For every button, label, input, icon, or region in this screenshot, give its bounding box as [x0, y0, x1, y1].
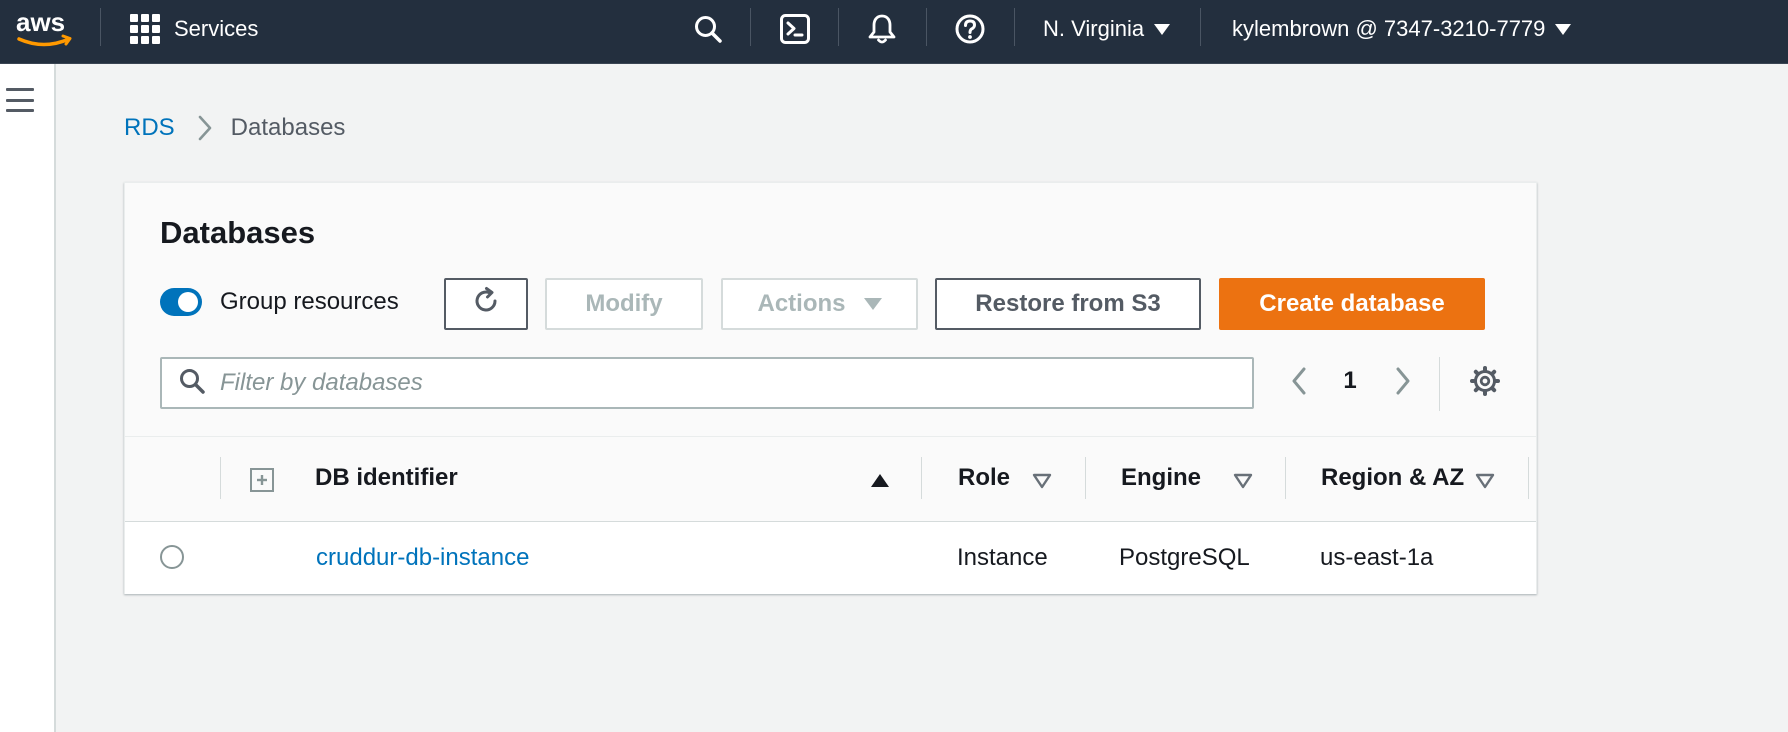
- account-menu[interactable]: kylembrown @ 7347-3210-7779: [1232, 14, 1572, 44]
- previous-page-button[interactable]: [1285, 361, 1313, 405]
- expand-all-icon[interactable]: [250, 468, 274, 492]
- nav-divider: [926, 8, 927, 46]
- column-divider: [1285, 457, 1286, 499]
- group-resources-label: Group resources: [220, 288, 399, 315]
- sort-icon[interactable]: [1233, 473, 1253, 494]
- column-divider: [921, 457, 922, 499]
- side-navigation-rail: [0, 64, 56, 732]
- caret-down-icon: [863, 298, 882, 310]
- row-select-radio[interactable]: [160, 545, 184, 569]
- column-divider: [1085, 457, 1086, 499]
- cell-region-az: us-east-1a: [1320, 544, 1434, 571]
- column-header-engine[interactable]: Engine: [1121, 464, 1201, 492]
- next-page-button[interactable]: [1389, 361, 1417, 405]
- search-icon[interactable]: [692, 12, 724, 46]
- region-label: N. Virginia: [1043, 16, 1145, 41]
- nav-divider: [750, 8, 751, 46]
- refresh-button[interactable]: [444, 278, 528, 330]
- create-database-button[interactable]: Create database: [1219, 278, 1485, 330]
- region-selector[interactable]: N. Virginia: [1043, 14, 1171, 44]
- services-menu-button[interactable]: Services: [130, 14, 258, 44]
- databases-panel: Databases Group resources Modify Actions…: [124, 182, 1537, 594]
- services-label: Services: [174, 16, 259, 41]
- bell-icon[interactable]: [866, 12, 898, 46]
- aws-logo-text: aws: [16, 8, 65, 37]
- nav-divider: [1014, 8, 1015, 46]
- pager-divider: [1439, 357, 1440, 411]
- breadcrumb-current: Databases: [230, 114, 346, 141]
- cell-engine: PostgreSQL: [1119, 544, 1250, 571]
- chevron-left-icon: [1290, 366, 1308, 401]
- filter-search-box: [160, 357, 1254, 409]
- db-identifier-link[interactable]: cruddur-db-instance: [316, 544, 529, 572]
- aws-logo[interactable]: aws: [14, 7, 76, 52]
- panel-title: Databases: [160, 215, 316, 250]
- caret-down-icon: [1555, 23, 1572, 35]
- hamburger-menu-icon[interactable]: [6, 88, 34, 112]
- create-label: Create database: [1259, 290, 1445, 317]
- nav-divider: [1200, 8, 1201, 46]
- table-header: DB identifier Role Engine Region & AZ: [125, 436, 1536, 522]
- restore-from-s3-button[interactable]: Restore from S3: [935, 278, 1201, 330]
- top-navigation: aws Services N. Virginia kylembrown @ 73…: [0, 0, 1788, 64]
- sort-icon[interactable]: [1475, 473, 1495, 494]
- column-divider: [1528, 457, 1529, 499]
- column-header-db-identifier[interactable]: DB identifier: [315, 464, 458, 492]
- refresh-icon: [471, 286, 501, 323]
- table-row[interactable]: cruddur-db-instance Instance PostgreSQL …: [125, 522, 1536, 594]
- actions-dropdown-button[interactable]: Actions: [721, 278, 918, 330]
- column-header-region-az[interactable]: Region & AZ: [1321, 464, 1464, 492]
- chevron-right-icon: [197, 114, 213, 142]
- cell-role: Instance: [957, 544, 1048, 571]
- modify-label: Modify: [585, 290, 663, 317]
- help-icon[interactable]: [954, 12, 986, 46]
- restore-label: Restore from S3: [975, 290, 1161, 317]
- page-number[interactable]: 1: [1338, 367, 1362, 395]
- caret-down-icon: [1154, 23, 1171, 35]
- nav-divider: [100, 8, 101, 46]
- sort-icon[interactable]: [1032, 473, 1052, 494]
- actions-label: Actions: [757, 290, 846, 317]
- gear-icon: [1469, 365, 1501, 402]
- breadcrumb: RDS Databases: [124, 112, 345, 144]
- breadcrumb-rds-link[interactable]: RDS: [124, 114, 175, 142]
- column-header-role[interactable]: Role: [958, 464, 1010, 492]
- account-label: kylembrown @ 7347-3210-7779: [1232, 16, 1546, 41]
- filter-databases-input[interactable]: [220, 369, 1220, 397]
- toggle-switch[interactable]: [160, 288, 202, 316]
- table-settings-button[interactable]: [1467, 361, 1503, 405]
- modify-button[interactable]: Modify: [545, 278, 703, 330]
- nav-divider: [838, 8, 839, 46]
- chevron-right-icon: [1394, 366, 1412, 401]
- group-resources-toggle[interactable]: Group resources: [160, 288, 399, 316]
- grid-menu-icon: [130, 14, 160, 44]
- search-icon: [178, 367, 206, 400]
- cloudshell-icon[interactable]: [779, 12, 811, 46]
- sort-ascending-icon[interactable]: [870, 473, 890, 494]
- column-divider: [220, 457, 221, 499]
